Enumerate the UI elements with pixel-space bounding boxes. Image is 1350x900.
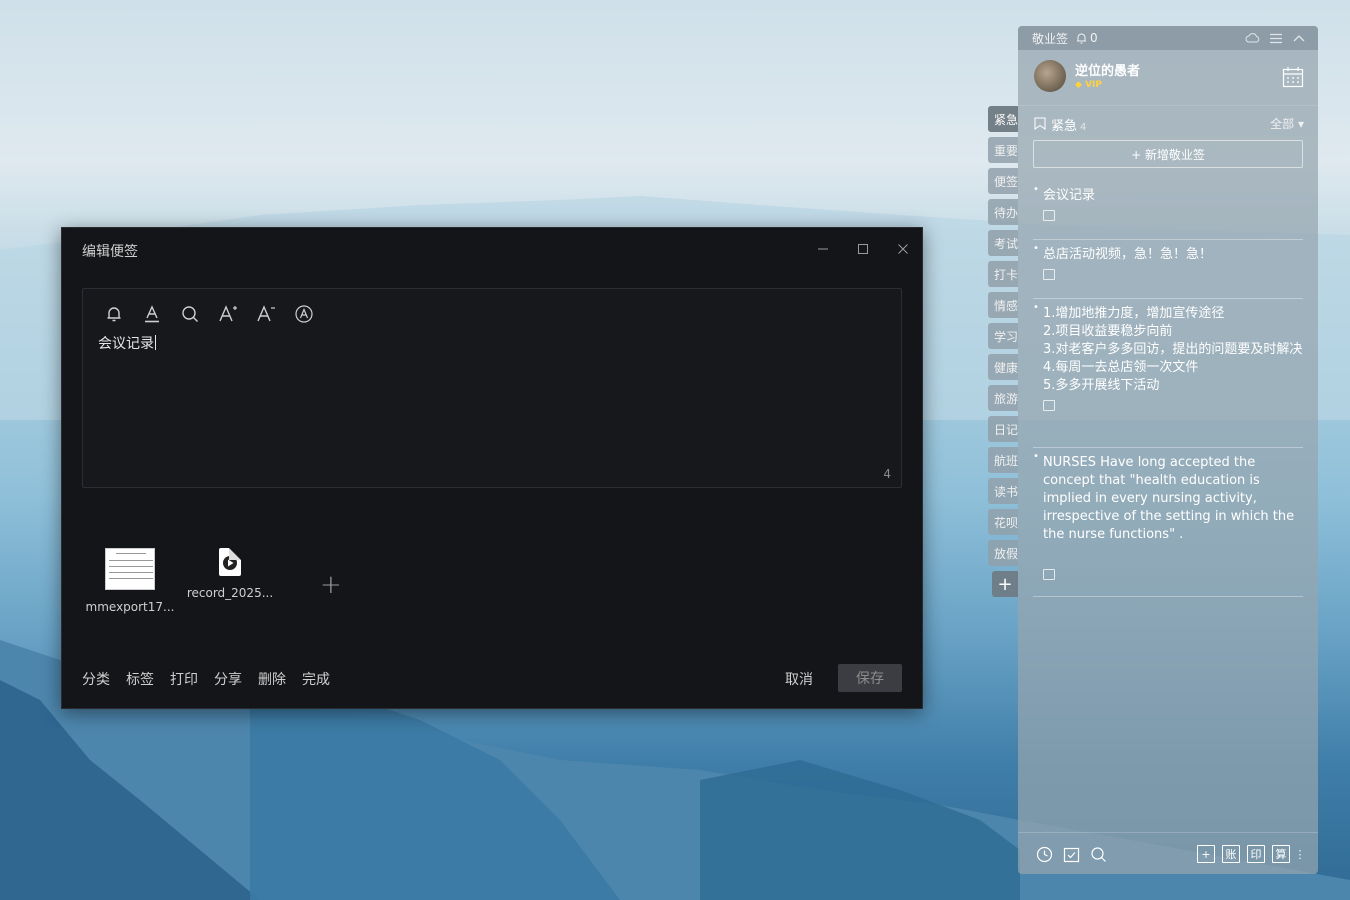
print-button[interactable]: 打印 bbox=[170, 669, 198, 689]
list-item[interactable]: NURSES Have long accepted the concept th… bbox=[1033, 448, 1303, 597]
panel-bottom-toolbar: + 账 印 算 ⋮ bbox=[1018, 832, 1318, 874]
app-name: 敬业签 bbox=[1032, 31, 1069, 46]
reminder-bell-icon[interactable] bbox=[103, 303, 125, 325]
char-count: 4 bbox=[883, 467, 891, 481]
more-options-icon[interactable]: ⋮ bbox=[1295, 845, 1306, 863]
attachment-filename: record_2025... bbox=[186, 586, 274, 600]
close-icon[interactable] bbox=[892, 239, 914, 259]
text-style-icon[interactable] bbox=[293, 303, 315, 325]
tab-holiday[interactable]: 放假 bbox=[988, 540, 1018, 566]
category-header: 紧急 4 全部 ▾ bbox=[1018, 113, 1318, 135]
complete-button[interactable]: 完成 bbox=[302, 669, 330, 689]
tab-health[interactable]: 健康 bbox=[988, 354, 1018, 380]
tab-exam[interactable]: 考试 bbox=[988, 230, 1018, 256]
tab-notes[interactable]: 便签 bbox=[988, 168, 1018, 194]
note-content[interactable]: 会议记录 bbox=[98, 333, 156, 353]
calendar-icon[interactable] bbox=[1282, 66, 1304, 88]
collapse-chevron-icon[interactable] bbox=[1291, 31, 1306, 46]
tab-todo[interactable]: 待办 bbox=[988, 199, 1018, 225]
tag-button[interactable]: 标签 bbox=[126, 669, 154, 689]
bookmark-icon bbox=[1034, 117, 1046, 130]
menu-icon[interactable] bbox=[1268, 31, 1283, 46]
edit-note-window: 编辑便签 会议记录 4 mmexport17... record_2025...… bbox=[61, 227, 923, 709]
note-type-icon bbox=[1043, 210, 1055, 221]
filter-dropdown[interactable]: 全部 ▾ bbox=[1270, 115, 1304, 132]
note-text: 总店活动视频，急！急！急！ bbox=[1043, 247, 1213, 262]
add-note-button[interactable]: + 新增敬业签 bbox=[1033, 140, 1303, 168]
ledger-icon[interactable]: 账 bbox=[1222, 845, 1240, 863]
panel-titlebar: 敬业签 0 bbox=[1018, 26, 1318, 50]
window-title: 编辑便签 bbox=[82, 244, 138, 260]
editor-footer-actions: 分类 标签 打印 分享 删除 完成 bbox=[82, 669, 330, 689]
font-decrease-icon[interactable] bbox=[255, 303, 277, 325]
tab-diary[interactable]: 日记 bbox=[988, 416, 1018, 442]
checklist-icon[interactable] bbox=[1062, 845, 1080, 863]
format-toolbar bbox=[103, 303, 315, 325]
note-type-icon bbox=[1043, 400, 1055, 411]
cancel-button[interactable]: 取消 bbox=[785, 669, 813, 689]
category-button[interactable]: 分类 bbox=[82, 669, 110, 689]
note-text: 会议记录 bbox=[1043, 188, 1096, 203]
search-icon[interactable] bbox=[179, 303, 201, 325]
tab-travel[interactable]: 旅游 bbox=[988, 385, 1018, 411]
category-title: 紧急 4 bbox=[1051, 119, 1087, 134]
note-type-icon bbox=[1043, 569, 1055, 580]
add-category-button[interactable]: + bbox=[992, 571, 1018, 597]
maximize-icon[interactable] bbox=[852, 239, 874, 259]
print-icon[interactable]: 印 bbox=[1247, 845, 1265, 863]
share-button[interactable]: 分享 bbox=[214, 669, 242, 689]
tab-reading[interactable]: 读书 bbox=[988, 478, 1018, 504]
username: 逆位的愚者 bbox=[1075, 64, 1141, 79]
note-editor-area[interactable]: 会议记录 4 bbox=[82, 288, 902, 488]
text-caret bbox=[155, 335, 156, 350]
tab-checkin[interactable]: 打卡 bbox=[988, 261, 1018, 287]
note-text: 1.增加地推力度，增加宣传途径 2.项目收益要稳步向前 3.对老客户多多回访，提… bbox=[1043, 306, 1303, 393]
font-color-icon[interactable] bbox=[141, 303, 163, 325]
image-thumbnail bbox=[105, 548, 155, 590]
minimize-icon[interactable] bbox=[812, 239, 834, 259]
reminder-count: 0 bbox=[1090, 31, 1098, 45]
tab-important[interactable]: 重要 bbox=[988, 137, 1018, 163]
list-item[interactable]: 1.增加地推力度，增加宣传途径 2.项目收益要稳步向前 3.对老客户多多回访，提… bbox=[1033, 299, 1303, 448]
tab-flight[interactable]: 航班 bbox=[988, 447, 1018, 473]
attachment-audio[interactable]: record_2025... bbox=[180, 548, 280, 600]
note-text: NURSES Have long accepted the concept th… bbox=[1043, 455, 1295, 542]
calculator-icon[interactable]: 算 bbox=[1272, 845, 1290, 863]
avatar[interactable] bbox=[1034, 60, 1066, 92]
clock-icon[interactable] bbox=[1035, 845, 1053, 863]
cloud-sync-icon[interactable] bbox=[1245, 31, 1260, 46]
attachment-filename: mmexport17... bbox=[85, 600, 175, 614]
search-icon[interactable] bbox=[1089, 845, 1107, 863]
save-button[interactable]: 保存 bbox=[838, 664, 902, 692]
add-attachment-icon[interactable]: + bbox=[320, 570, 342, 600]
tab-urgent[interactable]: 紧急 bbox=[988, 106, 1018, 132]
font-increase-icon[interactable] bbox=[217, 303, 239, 325]
list-item[interactable]: 总店活动视频，急！急！急！ bbox=[1033, 240, 1303, 299]
tab-emotion[interactable]: 情感 bbox=[988, 292, 1018, 318]
note-type-icon bbox=[1043, 269, 1055, 280]
attachment-image[interactable]: mmexport17... bbox=[80, 548, 180, 614]
reminder-indicator[interactable]: 0 bbox=[1076, 31, 1098, 45]
category-tabs: 紧急 重要 便签 待办 考试 打卡 情感 学习 健康 旅游 日记 航班 读书 花… bbox=[988, 106, 1018, 597]
tab-huabei[interactable]: 花呗 bbox=[988, 509, 1018, 535]
user-area: 逆位的愚者 ◆ VIP bbox=[1018, 50, 1318, 106]
list-item[interactable]: 会议记录 bbox=[1033, 181, 1303, 240]
vip-badge: ◆ VIP bbox=[1075, 80, 1102, 90]
delete-button[interactable]: 删除 bbox=[258, 669, 286, 689]
notes-list: 会议记录 总店活动视频，急！急！急！ 1.增加地推力度，增加宣传途径 2.项目收… bbox=[1033, 181, 1303, 597]
bell-icon bbox=[1077, 33, 1087, 44]
tab-study[interactable]: 学习 bbox=[988, 323, 1018, 349]
sticky-notes-panel: 敬业签 0 逆位的愚者 ◆ VIP 紧急4 全部 ▾ + 新增敬业签 会议记录 bbox=[1018, 26, 1318, 874]
audio-file-icon bbox=[219, 548, 241, 576]
add-icon[interactable]: + bbox=[1197, 845, 1215, 863]
